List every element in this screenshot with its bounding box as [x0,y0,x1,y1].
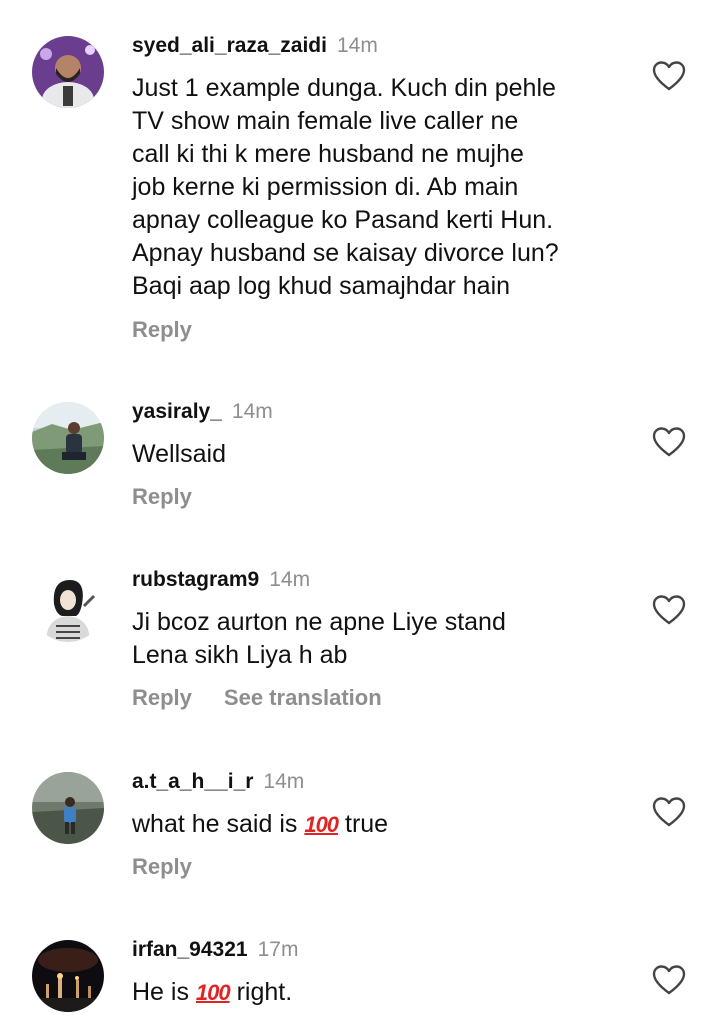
comment-text: what he said is 100 true [132,808,622,841]
avatar[interactable] [32,940,104,1012]
comment-line: job kerne ki permission di. Ab main [132,173,519,201]
comment-line: Lena sikh Liya h ab [132,641,348,669]
comment-text: He is 100 right. [132,976,622,1009]
comment-line: apnay colleague ko Pasand kerti Hun. [132,206,554,234]
comment-item: irfan_94321 17m He is 100 right. [0,938,726,1024]
comment-line: Just 1 example dunga. Kuch din pehle [132,74,556,102]
username[interactable]: irfan_94321 [132,938,248,962]
comment-line: TV show main female live caller ne [132,107,519,135]
username[interactable]: yasiraly_ [132,400,222,424]
comment-actions: Reply [132,484,192,510]
comment-line: call ki thi k mere husband ne mujhe [132,140,524,168]
like-heart-icon[interactable] [652,964,686,996]
comment-text: Ji bcoz aurton ne apne Liye stand Lena s… [132,606,622,672]
avatar[interactable] [32,570,104,642]
comment-text-part: right. [229,978,293,1006]
timestamp: 17m [257,938,299,961]
reply-button[interactable]: Reply [132,317,192,343]
timestamp: 14m [263,770,305,793]
reply-button[interactable]: Reply [132,854,192,880]
like-heart-icon[interactable] [652,60,686,92]
like-heart-icon[interactable] [652,796,686,828]
comment-text-part: what he said is [132,810,305,838]
comment-line: Ji bcoz aurton ne apne Liye stand [132,608,506,636]
avatar[interactable] [32,402,104,474]
comment-line: Apnay husband se kaisay divorce lun? [132,239,559,267]
hundred-points-emoji-icon: 100 [304,812,339,837]
see-translation-button[interactable]: See translation [224,685,382,711]
comment-item: yasiraly_ 14m Wellsaid Reply [0,400,726,520]
comment-meta: rubstagram9 14m [132,568,310,598]
timestamp: 14m [231,400,273,423]
comment-meta: a.t_a_h__i_r 14m [132,770,304,800]
username[interactable]: a.t_a_h__i_r [132,770,253,794]
like-heart-icon[interactable] [652,426,686,458]
comment-actions: Reply [132,854,192,880]
timestamp: 14m [336,34,378,57]
username[interactable]: syed_ali_raza_zaidi [132,34,327,58]
comment-text-part: He is [132,978,196,1006]
comment-line: Baqi aap log khud samajhdar hain [132,272,511,300]
comment-actions: Reply See translation [132,685,382,711]
hundred-points-emoji-icon: 100 [195,980,231,1005]
comment-line: Wellsaid [132,440,227,468]
comment-text: Wellsaid [132,438,622,471]
avatar[interactable] [32,772,104,844]
comment-meta: yasiraly_ 14m [132,400,273,430]
avatar[interactable] [32,36,104,108]
comment-meta: syed_ali_raza_zaidi 14m [132,34,378,64]
reply-button[interactable]: Reply [132,484,192,510]
comment-item: a.t_a_h__i_r 14m what he said is 100 tru… [0,770,726,890]
reply-button[interactable]: Reply [132,685,192,711]
comment-text: Just 1 example dunga. Kuch din pehle TV … [132,72,622,303]
comment-meta: irfan_94321 17m [132,938,298,968]
timestamp: 14m [269,568,311,591]
comment-actions: Reply [132,317,192,343]
username[interactable]: rubstagram9 [132,568,259,592]
comment-text-part: true [338,810,389,838]
like-heart-icon[interactable] [652,594,686,626]
comment-item: syed_ali_raza_zaidi 14m Just 1 example d… [0,34,726,354]
comment-item: rubstagram9 14m Ji bcoz aurton ne apne L… [0,568,726,718]
